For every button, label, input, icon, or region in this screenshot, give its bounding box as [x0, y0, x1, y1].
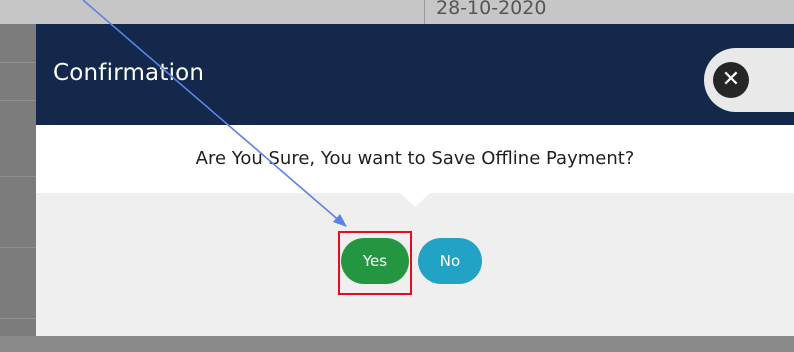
arrow-head	[333, 214, 347, 227]
annotation-arrow	[82, 0, 347, 227]
arrow-line	[82, 0, 343, 224]
